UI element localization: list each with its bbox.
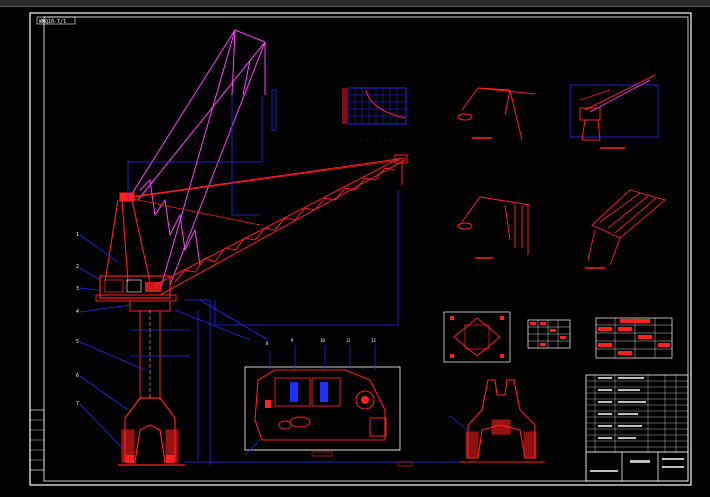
wheel-left (126, 455, 134, 463)
wheel-right (166, 455, 174, 463)
jib-detail-diagram (585, 189, 666, 269)
part-label: 9 (291, 338, 294, 343)
sheet-outer-frame (29, 12, 692, 486)
load-chart-caption: · · · · · · (360, 137, 393, 143)
portal-side-view (460, 379, 545, 463)
part-label: 3 (76, 286, 79, 292)
part-label: 11 (346, 338, 351, 343)
part-label: 2 (76, 264, 79, 270)
stay-ropes (127, 159, 401, 226)
sheet-inner-frame (43, 16, 689, 482)
machinery-plan-view: 8 9 10 11 12 (244, 338, 401, 457)
part-label: 1 (76, 232, 79, 238)
parameter-table (595, 317, 673, 359)
part-label: 6 (76, 373, 79, 379)
portal-crane-side (569, 74, 659, 149)
luffing-diagram-2 (457, 196, 531, 259)
luffing-diagram-1 (457, 87, 536, 141)
title-block (585, 374, 689, 482)
part-label: 8 (266, 341, 269, 346)
load-chart: · · · · · · (342, 87, 407, 143)
scale-mark (397, 461, 413, 467)
part-label: 7 (76, 401, 79, 407)
portal-leader-line (449, 415, 471, 433)
machinery-house (95, 275, 177, 312)
small-data-table (527, 319, 571, 349)
portal-base (118, 397, 185, 466)
part-label: 4 (76, 309, 79, 315)
part-label: 12 (371, 338, 376, 343)
window-top-strip (0, 0, 710, 7)
a-frame (104, 192, 151, 283)
drawing-svg: WMQ10-T/1 1 2 3 4 5 6 7 8 9 10 11 12 · ·… (29, 12, 692, 486)
part-number-labels: 1 2 3 4 5 6 7 (76, 232, 79, 407)
part-label: 10 (320, 338, 325, 343)
cad-drawing-canvas[interactable]: WMQ10-T/1 1 2 3 4 5 6 7 8 9 10 11 12 · ·… (0, 7, 710, 493)
working-jib (129, 154, 408, 296)
left-margin-lines (30, 419, 44, 461)
part-label: 5 (76, 339, 79, 345)
dimension-lines (79, 89, 470, 465)
title-stamp-text: WMQ10-T/1 (39, 19, 66, 25)
slewing-plan (443, 311, 511, 363)
tower-column (139, 310, 161, 400)
raised-jib (127, 29, 266, 291)
